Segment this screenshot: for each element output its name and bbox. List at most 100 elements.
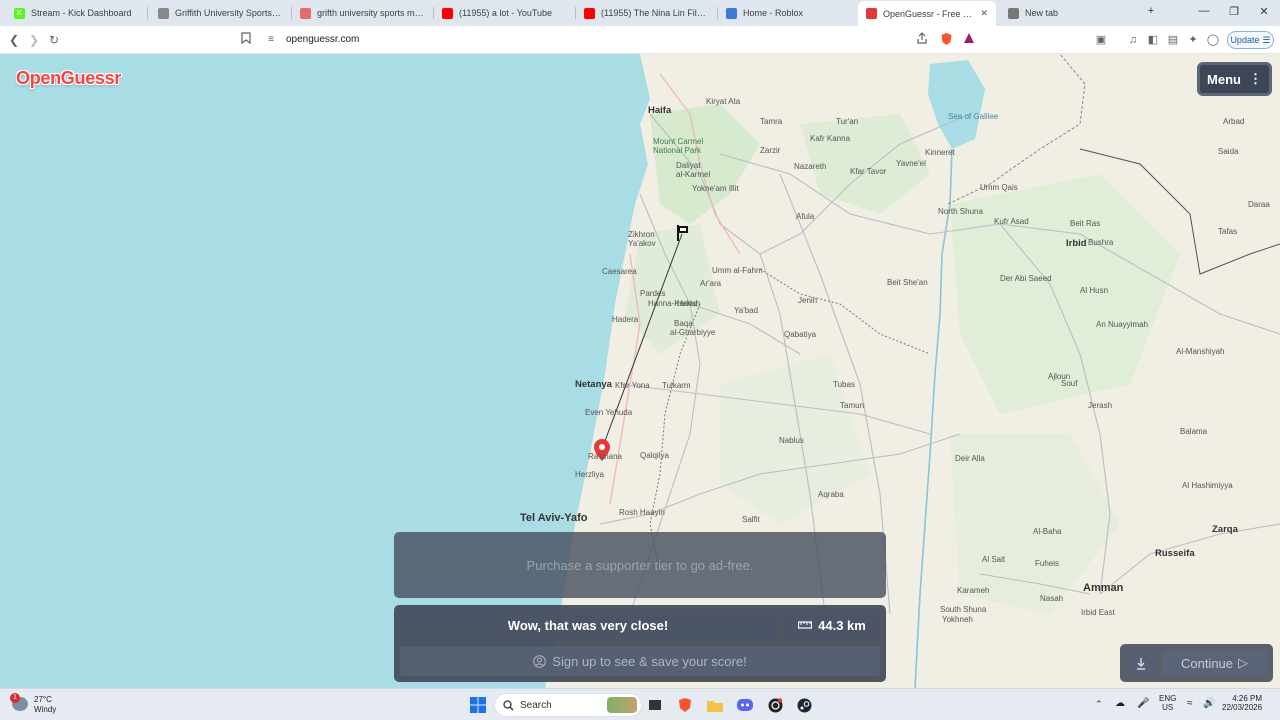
share-icon[interactable] — [914, 32, 930, 48]
browser-tab[interactable]: OpenGuessr - Free Ge ✕ — [858, 1, 996, 26]
windows-logo-icon — [470, 697, 486, 713]
map-place-label: Ya'bad — [734, 306, 759, 315]
map-place-label: Qabatiya — [784, 330, 817, 339]
map-place-label: Tamun — [840, 401, 865, 410]
signup-button[interactable]: Sign up to see & save your score! — [400, 646, 880, 676]
map-place-label: Tafas — [1218, 227, 1238, 236]
map-place-label: Ra'anana — [588, 452, 622, 461]
menu-label: Menu — [1207, 71, 1241, 87]
map-place-label: Jenin — [798, 296, 818, 305]
steam-icon[interactable] — [795, 696, 813, 714]
bookmark-icon[interactable] — [238, 32, 254, 48]
clock[interactable]: 4:26 PM 22/03/2026 — [1222, 694, 1262, 712]
map-place-label: Kufr Asad — [994, 217, 1029, 226]
map-place-label: Afula — [796, 212, 815, 221]
sidebar-icon[interactable]: ◧ — [1145, 32, 1161, 48]
file-explorer-icon[interactable] — [706, 696, 724, 714]
forward-icon[interactable]: ❯ — [26, 32, 42, 48]
map-place-label: Al-Manshiyah — [1176, 347, 1225, 356]
browser-tab[interactable]: (11955) The Nina Lin Files - Yo — [576, 2, 716, 24]
address-bar[interactable]: openguessr.com — [286, 34, 359, 45]
microphone-icon[interactable]: 🎤 — [1137, 698, 1149, 709]
map-place-label: Yokne'am Illit — [692, 184, 739, 193]
ad-text: Purchase a supporter tier to go ad-free. — [526, 557, 754, 573]
browser-toolbar: ❮ ❯ ↻ ≡ openguessr.com ▣ ♫ ◧ ▤ ✦ ◯ Updat… — [0, 26, 1280, 54]
tray-overflow-icon[interactable]: ⌃ — [1095, 699, 1103, 710]
tab-title: grifth university sports manage — [317, 8, 424, 18]
browser-tab[interactable]: New tab — [1000, 2, 1140, 24]
weather-widget[interactable]: 1 27°C Windy — [10, 693, 70, 717]
continue-button[interactable]: Continue ▷ — [1162, 650, 1267, 676]
map-place-label: Herzliya — [575, 470, 604, 479]
map-place-label: Irbid East — [1081, 608, 1115, 617]
leo-ai-icon[interactable]: ✦ — [1185, 32, 1201, 48]
browser-tab[interactable]: Home - Roblox — [718, 2, 858, 24]
back-icon[interactable]: ❮ — [6, 32, 22, 48]
openguessr-logo[interactable]: OpenGuessr — [16, 68, 121, 89]
map-place-label: Yokhneh — [942, 615, 973, 624]
answer-flag-icon — [677, 225, 688, 241]
brave-shield-icon — [1008, 7, 1019, 19]
update-label: Update — [1230, 35, 1260, 45]
new-tab-button[interactable]: + — [1143, 5, 1159, 17]
language-indicator[interactable]: ENG US — [1159, 694, 1176, 712]
wifi-icon[interactable]: ≈ — [1187, 698, 1193, 709]
map-place-label: Nasah — [1040, 594, 1064, 603]
media-icon[interactable]: ♫ — [1125, 32, 1141, 48]
map-place-label: Baqa — [674, 319, 693, 328]
ad-banner[interactable]: Purchase a supporter tier to go ad-free. — [394, 532, 886, 598]
browser-tab[interactable]: K Stream - Kick Dashboard — [6, 2, 146, 24]
map-place-label: Irbid — [1066, 238, 1087, 249]
brave-shields-icon[interactable] — [938, 32, 954, 48]
youtube-icon — [442, 7, 453, 19]
map-place-label: Bushra — [1088, 238, 1114, 247]
vpn-icon[interactable]: ◯ — [1205, 32, 1221, 48]
map-place-label: Daliyat — [676, 161, 701, 170]
restore-window-icon[interactable]: ❐ — [1226, 5, 1242, 18]
brave-taskbar-icon[interactable] — [676, 696, 694, 714]
result-map[interactable]: Haifa Kiryat Ata Tamra Mount Carmel National… — [0, 54, 1280, 688]
task-view-icon[interactable] — [646, 696, 664, 714]
tab-title: (11955) a lot - YouTube — [459, 8, 553, 18]
network-tray-icon[interactable]: ☁ — [1115, 698, 1125, 709]
tab-title: OpenGuessr - Free Ge — [883, 8, 975, 19]
kebab-menu-icon: ⋮ — [1248, 71, 1262, 86]
youtube-icon — [584, 7, 595, 19]
update-button[interactable]: Update ☰ — [1227, 31, 1274, 49]
map-place-label: Hadera — [612, 315, 639, 324]
map-place-label: Kiryat Ata — [706, 97, 741, 106]
discord-icon[interactable] — [736, 696, 754, 714]
browser-tab[interactable]: (11955) a lot - YouTube — [434, 2, 574, 24]
browser-tab[interactable]: grifth university sports manage — [292, 2, 432, 24]
menu-button[interactable]: Menu ⋮ — [1197, 62, 1272, 96]
close-tab-icon[interactable]: ✕ — [980, 8, 988, 19]
map-place-label: Mount Carmel — [653, 137, 704, 146]
close-window-icon[interactable]: ✕ — [1256, 5, 1272, 18]
wallet-icon[interactable]: ▤ — [1165, 32, 1181, 48]
map-place-label: Rosh Haayin — [619, 508, 665, 517]
map-place-label: Al Salt — [982, 555, 1006, 564]
result-message: Wow, that was very close! — [400, 610, 776, 640]
map-place-label: Kfar Tavor — [850, 167, 887, 176]
chatgpt-icon[interactable] — [766, 696, 784, 714]
start-button[interactable] — [469, 696, 487, 714]
screenshot-icon[interactable]: ▣ — [1093, 32, 1109, 48]
tab-title: Home - Roblox — [743, 8, 804, 18]
map-place-label: Beit She'an — [887, 278, 928, 287]
map-place-label: Der Abi Saeed — [1000, 274, 1052, 283]
download-button[interactable] — [1126, 650, 1156, 676]
search-highlight-icon — [607, 697, 637, 713]
minimize-window-icon[interactable]: — — [1196, 5, 1212, 17]
map-place-label: al-Gharbiyye — [670, 328, 716, 337]
reload-icon[interactable]: ↻ — [46, 32, 62, 48]
site-info-icon[interactable]: ≡ — [263, 32, 279, 48]
taskbar-search[interactable]: Search — [494, 693, 642, 717]
map-place-label: Salfit — [742, 515, 760, 524]
map-place-label: Umm Qais — [980, 183, 1018, 192]
map-place-label: Russeifa — [1155, 548, 1195, 559]
map-place-label: Beit Ras — [1070, 219, 1101, 228]
browser-tab[interactable]: Griffith University Sports Mana — [150, 2, 290, 24]
brave-rewards-icon[interactable] — [961, 32, 977, 48]
clock-time: 4:26 PM — [1232, 694, 1263, 703]
volume-icon[interactable]: 🔊 — [1203, 698, 1215, 709]
